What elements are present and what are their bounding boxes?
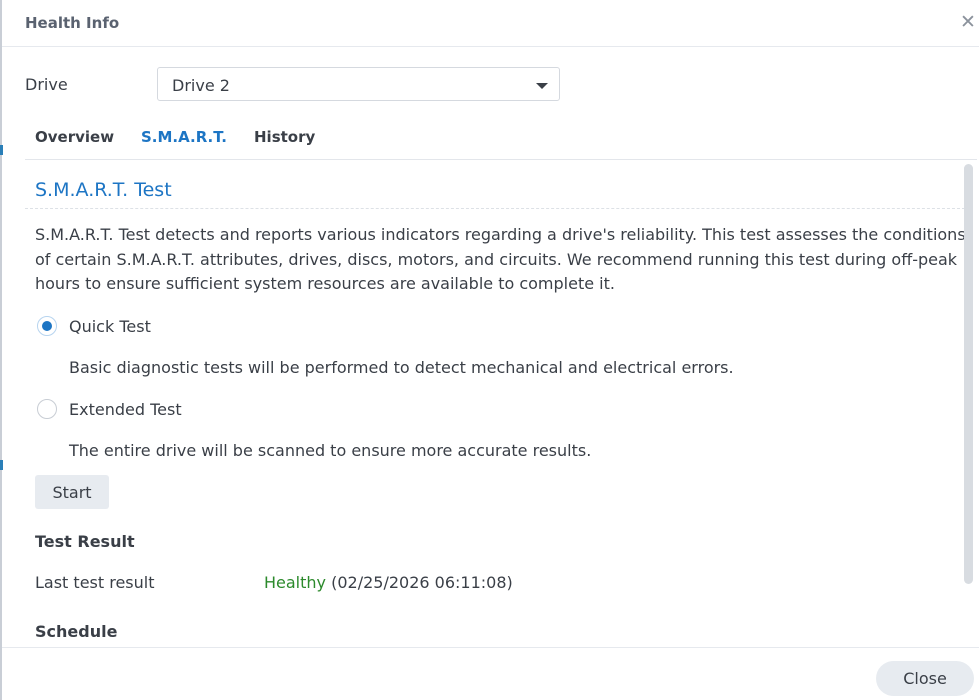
result-timestamp: (02/25/2026 06:11:08) xyxy=(331,573,513,592)
last-test-result-label: Last test result xyxy=(35,573,155,592)
drive-select[interactable]: Drive 2 xyxy=(157,67,560,101)
dialog-title-bar: Health Info ✕ xyxy=(2,0,979,47)
quick-test-radio[interactable] xyxy=(37,316,57,336)
tab-bar: Overview S.M.A.R.T. History xyxy=(25,118,977,160)
test-result-heading: Test Result xyxy=(35,532,135,551)
tab-overview[interactable]: Overview xyxy=(35,128,114,146)
smart-panel: S.M.A.R.T. Test S.M.A.R.T. Test detects … xyxy=(25,160,965,647)
last-test-result-value: Healthy (02/25/2026 06:11:08) xyxy=(264,573,513,592)
scrollbar[interactable] xyxy=(964,164,974,584)
background-window-mark xyxy=(0,460,3,470)
quick-test-description: Basic diagnostic tests will be performed… xyxy=(69,358,734,377)
quick-test-label[interactable]: Quick Test xyxy=(69,317,151,336)
schedule-heading: Schedule xyxy=(35,622,118,641)
close-icon[interactable]: ✕ xyxy=(960,11,976,33)
background-window-mark xyxy=(0,145,3,155)
tab-history[interactable]: History xyxy=(254,128,315,146)
background-window-edge xyxy=(0,0,2,700)
extended-test-radio[interactable] xyxy=(37,399,57,419)
status-healthy: Healthy xyxy=(264,573,327,592)
extended-test-description: The entire drive will be scanned to ensu… xyxy=(69,441,592,460)
section-title: S.M.A.R.T. Test xyxy=(35,179,172,201)
tab-smart[interactable]: S.M.A.R.T. xyxy=(141,128,227,146)
start-button[interactable]: Start xyxy=(35,475,109,509)
drive-select-value: Drive 2 xyxy=(172,76,230,95)
extended-test-label[interactable]: Extended Test xyxy=(69,400,182,419)
close-button[interactable]: Close xyxy=(876,661,974,696)
divider xyxy=(25,208,965,209)
dialog-title: Health Info xyxy=(25,14,120,32)
drive-label: Drive xyxy=(25,75,68,94)
scrollbar-thumb[interactable] xyxy=(964,164,973,584)
smart-description: S.M.A.R.T. Test detects and reports vari… xyxy=(35,225,965,293)
chevron-down-icon xyxy=(536,83,548,89)
dialog-footer: Close xyxy=(2,647,979,700)
